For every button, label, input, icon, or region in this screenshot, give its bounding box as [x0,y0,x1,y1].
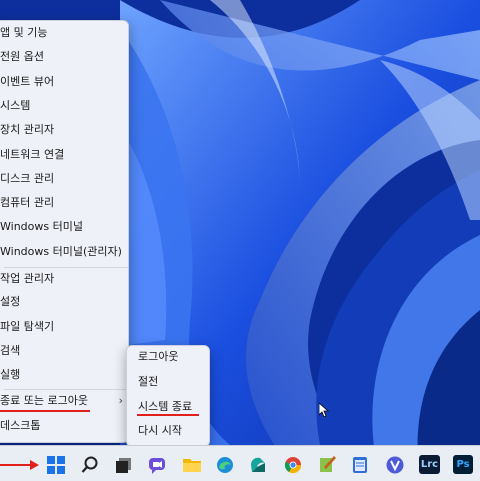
menu-item-1[interactable]: 전원 옵션 [0,46,133,68]
menu-item-14[interactable]: 실행 [0,364,133,386]
menu-item-label: 시스템 [0,99,31,112]
menu-item-label: Windows 터미널(관리자) [0,245,122,258]
menu-item-label: 네트워크 연결 [0,148,65,161]
submenu-item-sleep[interactable]: 절전 [138,372,158,392]
search-icon[interactable] [81,456,99,474]
menu-item-label: 실행 [0,368,21,381]
menu-item-7[interactable]: 컴퓨터 관리 [0,192,133,214]
menu-item-label: 장치 관리자 [0,123,55,136]
annotation-arrow [0,464,32,466]
menu-item-label: 앱 및 기능 [0,26,48,39]
menu-item-5[interactable]: 네트워크 연결 [0,144,133,166]
menu-item-label: Windows 터미널 [0,220,83,233]
v-app-icon[interactable] [386,456,404,474]
menu-item-3[interactable]: 시스템 [0,95,133,117]
menu-item-2[interactable]: 이벤트 뷰어 [0,71,133,93]
submenu-item-signout[interactable]: 로그아웃 [138,347,178,367]
taskbar [0,445,480,481]
menu-item-11[interactable]: 설정 [0,291,133,313]
menu-item-label: 데스크톱 [0,419,41,432]
menu-item-12[interactable]: 파일 탐색기 [0,316,133,338]
menu-item-6[interactable]: 디스크 관리 [0,168,133,190]
menu-item-label: 디스크 관리 [0,172,55,185]
photoshop-icon[interactable]: Ps [453,455,473,474]
menu-item-label: 작업 관리자 [0,272,55,285]
edge-icon[interactable] [216,456,234,474]
menu-separator [4,389,128,390]
menu-item-16[interactable]: 데스크톱 [0,415,133,437]
menu-item-label: 전원 옵션 [0,50,44,63]
submenu-item-restart[interactable]: 다시 시작 [138,421,182,441]
menu-item-label: 검색 [0,344,21,357]
menu-item-13[interactable]: 검색 [0,340,133,362]
menu-item-10[interactable]: 작업 관리자 [0,268,133,290]
menu-item-label: 컴퓨터 관리 [0,196,55,209]
menu-item-8[interactable]: Windows 터미널 [0,216,133,238]
lightroom-icon[interactable]: Lrc [419,455,440,474]
menu-separator [4,267,128,268]
menu-item-4[interactable]: 장치 관리자 [0,119,133,141]
menu-item-15[interactable]: 종료 또는 로그아웃 › [0,390,133,412]
annotation-arrow-head [30,460,39,470]
menu-item-0[interactable]: 앱 및 기능 [0,22,133,44]
menu-item-label: 설정 [0,295,21,308]
task-view-icon[interactable] [115,456,133,474]
annotation-underline-shutdown [0,410,90,412]
menu-item-label: 이벤트 뷰어 [0,75,55,88]
annotation-underline-system-shutdown [137,414,199,416]
chrome-icon[interactable] [284,456,302,474]
notepad-icon[interactable] [352,455,368,474]
mouse-cursor-icon [319,403,329,417]
app-icon[interactable] [249,456,267,474]
menu-item-label: 종료 또는 로그아웃 [0,394,88,407]
file-explorer-icon[interactable] [182,456,202,474]
start-icon[interactable] [47,456,65,474]
chevron-right-icon: › [118,394,123,407]
chat-icon[interactable] [148,456,166,474]
menu-item-label: 파일 탐색기 [0,320,55,333]
notepad-plus-icon[interactable] [318,455,336,473]
menu-item-9[interactable]: Windows 터미널(관리자) [0,241,133,263]
